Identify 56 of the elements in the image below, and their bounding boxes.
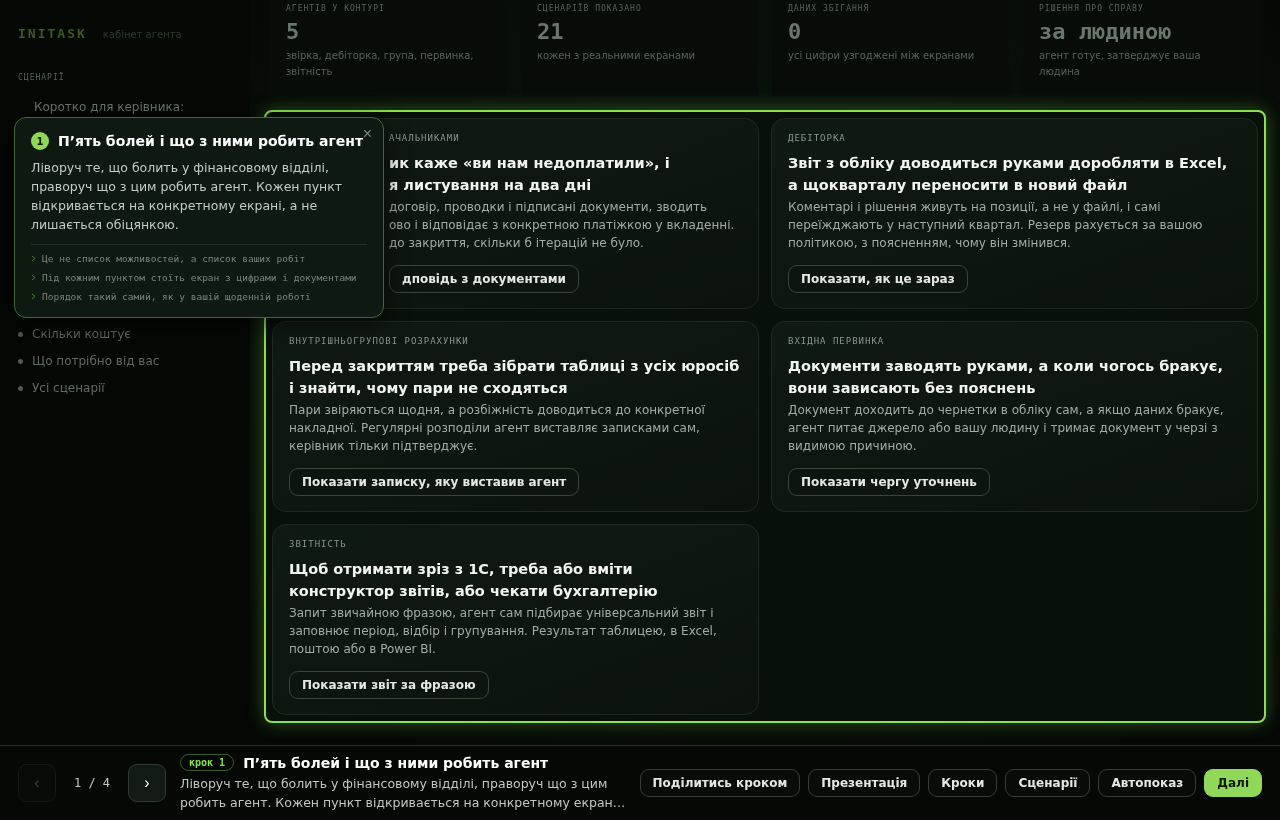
card-text: договір, проводки і підписані документи, зводить ово і відповідає з конкретною платіжкою у вкладенні. до закриття, скільки б ітерацій не було. [389,199,735,252]
stat-value: за людиною [1039,19,1173,44]
show-button[interactable]: дповідь з документами [389,265,579,293]
stat-value: 5 [286,19,301,44]
chevron-icon [31,255,36,262]
card-title: Щоб отримати зріз з 1С, треба або вміти конструктор звітів, або чекати бухгалтерію [289,560,659,601]
card-title: Перед закриттям треба зібрати таблиці з усіх юросіб і знайти, чому пари не сходяться [289,357,741,398]
show-button[interactable]: Показати, як це зараз [788,265,968,293]
card-title: Документи заводять руками, а коли чогось бракує, вони зависають без пояснень [788,357,1224,398]
show-button[interactable]: Показати чергу уточнень [788,468,990,496]
card-tag: ЗВІТНІСТЬ [289,539,347,549]
section-heading: СЦЕНАРІЇ [18,73,66,82]
footer-button[interactable]: Автопоказ [1098,769,1197,797]
card-title: Звіт з обліку доводиться руками доробляти в Excel, а щокварталу переносити в новий файл [788,154,1229,195]
card-text: Запит звичайною фразою, агент сам підбирає універсальний звіт і заповнює період, відбір і групування. Результат таблицею, в Excel, поштою або в Power BI. [289,605,718,658]
stat-note: кожен з реальними екранами [537,49,697,63]
footer-button[interactable]: Далі [1204,769,1262,797]
card-title: ик каже «ви нам недоплатили», і я листування на два дні [389,154,670,195]
step-counter: 1 / 4 [72,776,112,790]
card-tag: ДЕБІТОРКА [788,133,846,143]
brand-logo: INITASK [18,26,87,41]
popover-bullet: Це не список можливостей, а список ваших робіт [42,252,306,266]
sidebar-item[interactable]: Що потрібно від вас [32,354,160,368]
stat-label: СЦЕНАРІЇВ ПОКАЗАНО [537,4,643,13]
show-button[interactable]: Показати записку, яку виставив агент [289,468,580,496]
stat-value: 0 [788,19,803,44]
stat-label: АГЕНТІВ У КОНТУРІ [286,4,386,13]
step-description: Ліворуч те, що болить у фінансовому відділі, праворуч що з цим робить агент. Кожен пункт відкривається на конкретному екран… [180,775,627,812]
stat-label: ДАНИХ ЗБІГАННЯ [788,4,871,13]
card-tag: ВНУТРІШНЬОГРУПОВІ РОЗРАХУНКИ [289,336,469,346]
footer-button[interactable]: Кроки [928,769,998,797]
stat-label: РІШЕННЯ ПРО СПРАВУ [1039,4,1145,13]
stat-note: звірка, дебіторка, група, первинка, звітність [286,49,475,79]
card-text: Документ доходить до чернетки в обліку сам, а якщо даних бракує, агент питає джерело або вашу людину і тримає документ у черзі з видимою причиною. [788,402,1225,455]
card-tag: АЧАЛЬНИКАМИ [389,133,460,143]
stat-note: агент готує, затверджує ваша людина [1039,49,1202,79]
show-button[interactable]: Показати звіт за фразою [289,671,489,699]
footer-button[interactable]: Сценарії [1005,769,1091,797]
popover-bullet: Порядок такий самий, як у вашій щоденній роботі [42,290,311,304]
sidebar-item[interactable]: Коротко для керівника: [34,100,185,114]
card-tag: ВХІДНА ПЕРВИНКА [788,336,885,346]
card-text: Коментарі і рішення живуть на позиції, а не у файлі, і самі переїжджають у наступний квартал. Резерв рахується за вашою політикою, з поясненням, чому він змінився. [788,199,1204,252]
next-button[interactable]: › [128,764,166,802]
popover-bullet: Під кожним пунктом стоїть екран з цифрами і документами [42,271,357,285]
chevron-icon [31,293,36,300]
step-title: П’ять болей і що з ними робить агент [243,754,549,771]
popover-title: П’ять болей і що з ними робить агент [58,133,364,149]
chevron-icon [31,274,36,281]
stat-value: 21 [537,19,565,44]
card-text: Пари звіряються щодня, а розбіжність доводиться до конкретної накладної. Регулярні розподіли агент виставляє записками сам, керівник тільки підтверджує. [289,402,706,455]
popover-text: Ліворуч те, що болить у фінансовому відділі, праворуч що з цим робить агент. Кожен пункт відкривається на конкретному екрані, а не лишається обіцянкою. [31,159,344,234]
footer-button[interactable]: Презентація [808,769,921,797]
step-number-badge: 1 [31,132,49,150]
footer-button[interactable]: Поділитись кроком [639,769,801,797]
sidebar-item[interactable]: Усі сценарії [32,381,105,395]
stat-note: усі цифри узгоджені між екранами [788,49,976,63]
